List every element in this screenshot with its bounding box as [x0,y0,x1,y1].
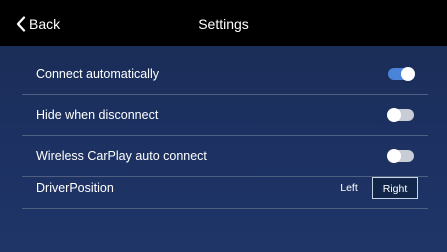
setting-row-connect-automatically: Connect automatically [22,54,428,95]
setting-label: Hide when disconnect [36,108,159,122]
settings-screen: Back Settings Connect automatically Hide… [0,0,447,252]
back-button[interactable]: Back [16,14,60,34]
setting-label: Connect automatically [36,67,159,81]
connect-automatically-toggle[interactable] [388,67,415,81]
driver-position-right-option[interactable]: Right [372,177,418,199]
setting-row-driver-position: DriverPosition Left Right [22,168,428,209]
page-title: Settings [198,16,249,32]
toggle-knob [387,108,401,122]
wireless-carplay-auto-connect-toggle[interactable] [387,149,414,163]
hide-when-disconnect-toggle[interactable] [387,108,414,122]
chevron-left-icon [16,16,26,32]
title-bar: Back Settings [0,0,447,46]
toggle-knob [387,149,401,163]
driver-position-left-option[interactable]: Left [332,177,366,199]
back-label: Back [29,16,61,32]
toggle-knob [401,67,415,81]
setting-row-hide-when-disconnect: Hide when disconnect [22,95,428,136]
setting-label: DriverPosition [36,181,114,195]
